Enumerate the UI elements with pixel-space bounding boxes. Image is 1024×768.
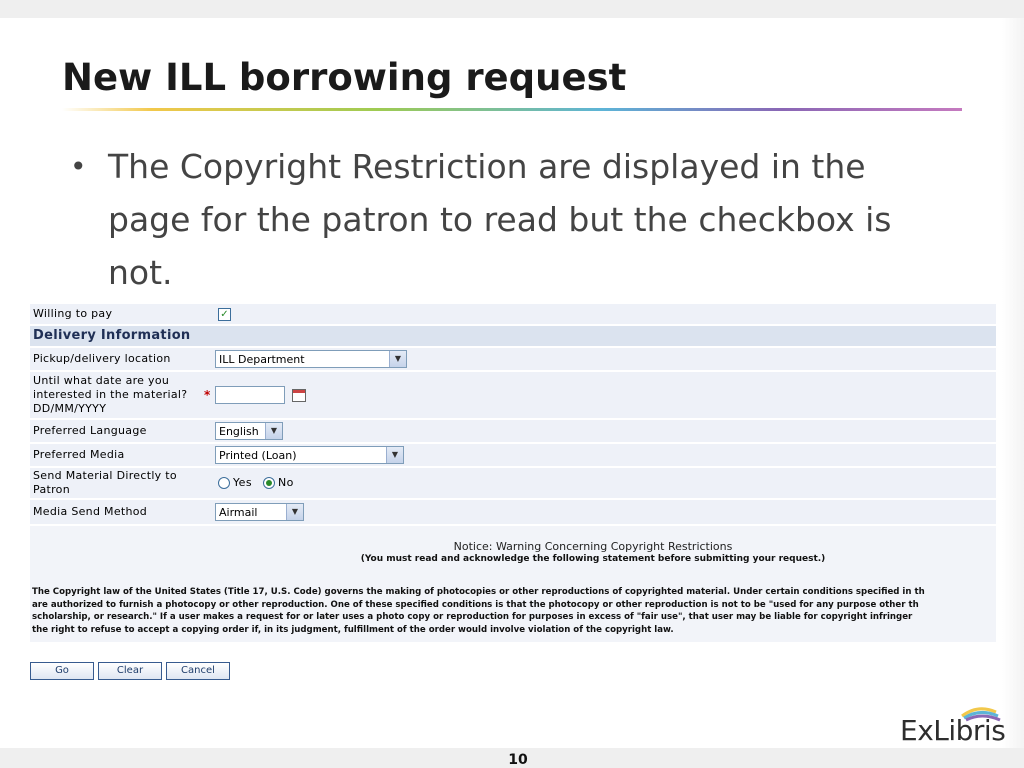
bullet-text: The Copyright Restriction are displayed … [108,147,892,292]
notice-line: scholarship, or research." If a user mak… [32,612,913,623]
cancel-button[interactable]: Cancel [166,662,230,680]
send-direct-no-radio[interactable] [263,477,275,489]
row-media: Preferred Media Printed (Loan) ▼ [30,444,996,468]
chevron-down-icon[interactable]: ▼ [389,351,406,367]
row-pickup: Pickup/delivery location ILL Department … [30,348,996,372]
section-title: Delivery Information [33,328,191,343]
section-delivery-information: Delivery Information [30,326,996,348]
send-method-select[interactable]: Airmail ▼ [215,503,304,521]
required-mark: * [204,388,211,402]
pickup-value: ILL Department [219,353,305,366]
slide-title: New ILL borrowing request [62,56,627,99]
go-button[interactable]: Go [30,662,94,680]
title-underline [62,108,962,111]
notice-title: Notice: Warning Concerning Copyright Res… [453,540,733,553]
right-strip [1002,18,1024,748]
chevron-down-icon[interactable]: ▼ [286,504,303,520]
exlibris-logo: ExLibris [900,702,1010,747]
chevron-down-icon[interactable]: ▼ [265,423,282,439]
send-direct-label: Send Material Directly to Patron [33,469,177,496]
ill-request-form: Willing to pay ✓ Delivery Information Pi… [30,304,996,642]
media-label: Preferred Media [33,448,125,461]
send-direct-yes-radio[interactable] [218,477,230,489]
notice-line: the right to refuse to accept a copying … [32,624,674,635]
language-select[interactable]: English ▼ [215,422,283,440]
calendar-icon[interactable] [292,389,306,402]
willing-to-pay-label: Willing to pay [33,307,113,320]
notice-line: are authorized to furnish a photocopy or… [32,599,919,610]
notice-body: The Copyright law of the United States (… [32,586,996,636]
row-until-date: Until what date are you interested in th… [30,372,996,420]
willing-to-pay-checkbox[interactable]: ✓ [218,308,231,321]
media-select[interactable]: Printed (Loan) ▼ [215,446,404,464]
send-method-label: Media Send Method [33,505,148,518]
clear-button[interactable]: Clear [98,662,162,680]
row-send-direct: Send Material Directly to Patron Yes No [30,468,996,500]
row-language: Preferred Language English ▼ [30,420,996,444]
top-band [0,0,1024,18]
language-value: English [219,425,259,438]
send-direct-yes-label: Yes [233,476,252,489]
send-method-value: Airmail [219,506,258,519]
media-value: Printed (Loan) [219,449,297,462]
pickup-label: Pickup/delivery location [33,352,171,365]
page-number: 10 [508,752,528,768]
row-willing-to-pay: Willing to pay ✓ [30,304,996,326]
pickup-select[interactable]: ILL Department ▼ [215,350,407,368]
notice-subtitle: (You must read and acknowledge the follo… [360,554,826,564]
chevron-down-icon[interactable]: ▼ [386,447,403,463]
language-label: Preferred Language [33,424,147,437]
logo-text: ExLibris [900,714,1006,747]
copyright-notice: Notice: Warning Concerning Copyright Res… [30,526,996,642]
row-send-method: Media Send Method Airmail ▼ [30,500,996,526]
until-date-input[interactable] [215,386,285,404]
send-direct-no-label: No [278,476,294,489]
notice-line: The Copyright law of the United States (… [32,587,925,597]
bullet-dot: • [70,150,87,183]
until-date-label: Until what date are you interested in th… [33,374,188,415]
